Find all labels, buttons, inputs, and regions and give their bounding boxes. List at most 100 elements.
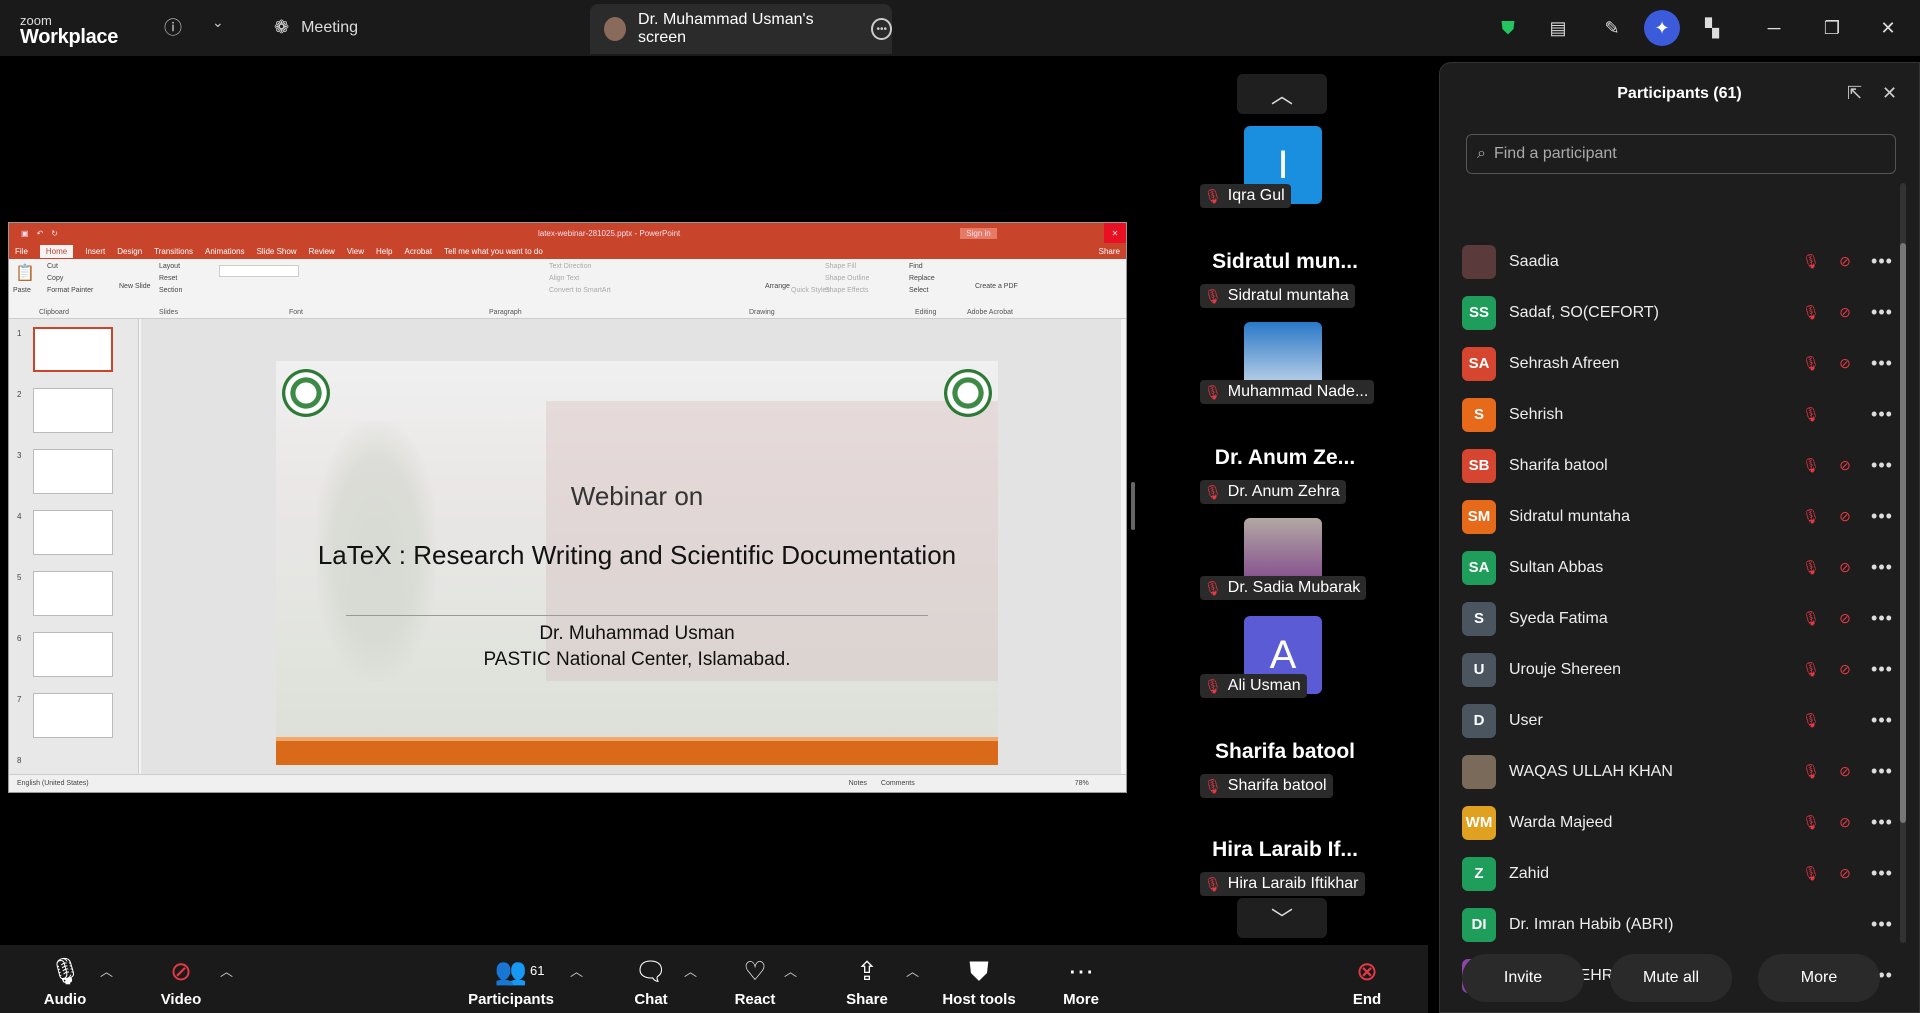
chevron-down-icon[interactable]: ⌄ — [212, 14, 224, 31]
slide-thumbnail[interactable] — [33, 632, 113, 677]
ppt-menu-slideshow[interactable]: Slide Show — [257, 247, 297, 256]
mute-all-button[interactable]: Mute all — [1610, 954, 1732, 1002]
layout-button[interactable]: Layout — [159, 263, 180, 270]
scroll-down-button[interactable]: ﹀ — [1237, 898, 1327, 938]
end-button[interactable]: ⊗ End — [1342, 945, 1392, 1013]
restore-icon[interactable]: ❐ — [1814, 10, 1850, 46]
video-off-icon[interactable]: ⊘ — [1828, 304, 1862, 321]
video-off-icon[interactable]: ⊘ — [1828, 610, 1862, 627]
participant-row[interactable]: D User 🎙 ••• — [1462, 695, 1902, 746]
video-tile[interactable]: Dr. Anum Ze... 🎙 Dr. Anum Zehra — [1200, 446, 1370, 528]
scrollbar-thumb[interactable] — [1900, 243, 1906, 823]
react-options-caret[interactable]: ︿ — [784, 961, 797, 980]
screen-share-tab[interactable]: Dr. Muhammad Usman's screen ••• — [590, 4, 892, 54]
video-button[interactable]: ⊘ Video — [156, 945, 206, 1013]
search-input[interactable]: ⌕ Find a participant — [1466, 134, 1896, 174]
mic-muted-icon[interactable]: 🎙 — [1794, 508, 1828, 525]
more-button[interactable]: More — [1758, 954, 1880, 1002]
participant-more-icon[interactable]: ••• — [1862, 353, 1902, 374]
participant-more-icon[interactable]: ••• — [1862, 761, 1902, 782]
participant-row[interactable]: SB Sharifa batool 🎙 ⊘ ••• — [1462, 440, 1902, 491]
mic-muted-icon[interactable]: 🎙 — [1794, 559, 1828, 576]
participants-options-caret[interactable]: ︿ — [570, 961, 583, 980]
mic-muted-icon[interactable]: 🎙 — [1794, 865, 1828, 882]
pop-out-icon[interactable]: ⇱ — [1847, 83, 1862, 104]
participant-more-icon[interactable]: ••• — [1862, 404, 1902, 425]
participant-row[interactable]: Saadia 🎙 ⊘ ••• — [1462, 236, 1902, 287]
video-off-icon[interactable]: ⊘ — [1828, 253, 1862, 270]
mic-muted-icon[interactable]: 🎙 — [1794, 355, 1828, 372]
ppt-menu-help[interactable]: Help — [376, 247, 392, 256]
chat-options-caret[interactable]: ︿ — [684, 961, 697, 980]
select-button[interactable]: Select — [909, 287, 928, 294]
react-button[interactable]: ♡ React — [730, 945, 780, 1013]
status-zoom[interactable]: 78% — [1075, 780, 1089, 787]
mic-muted-icon[interactable]: 🎙 — [1794, 253, 1828, 270]
close-panel-icon[interactable]: ✕ — [1882, 83, 1897, 104]
ppt-signin-button[interactable]: Sign in — [960, 227, 997, 239]
slide-thumbnail[interactable] — [33, 693, 113, 738]
more-options-icon[interactable]: ••• — [871, 18, 892, 40]
scroll-up-button[interactable]: ︿ — [1237, 74, 1327, 114]
ppt-close-icon[interactable]: ✕ — [1104, 223, 1126, 243]
share-button[interactable]: ⇪ Share — [842, 945, 892, 1013]
whiteboard-pen-icon[interactable]: ✎ — [1594, 10, 1630, 46]
find-button[interactable]: Find — [909, 263, 923, 270]
mic-muted-icon[interactable]: 🎙 — [1794, 610, 1828, 627]
video-tile[interactable]: Sharifa batool 🎙 Sharifa batool — [1200, 740, 1370, 822]
create-pdf-button[interactable]: Create a PDF — [975, 283, 1018, 290]
video-tile[interactable]: I 🎙 Iqra Gul — [1200, 126, 1370, 208]
more-toolbar-button[interactable]: ⋯ More — [1056, 945, 1106, 1013]
info-icon[interactable]: ⓘ — [164, 14, 182, 40]
mic-muted-icon[interactable]: 🎙 — [1794, 457, 1828, 474]
mic-muted-icon[interactable]: 🎙 — [1794, 814, 1828, 831]
video-off-icon[interactable]: ⊘ — [1828, 508, 1862, 525]
participant-row[interactable]: WM Warda Majeed 🎙 ⊘ ••• — [1462, 797, 1902, 848]
ppt-menu-review[interactable]: Review — [309, 247, 335, 256]
audio-options-caret[interactable]: ︿ — [100, 961, 113, 980]
meeting-tab[interactable]: ❁ Meeting — [274, 17, 358, 38]
cut-button[interactable]: Cut — [47, 263, 58, 270]
ppt-menu-animations[interactable]: Animations — [205, 247, 245, 256]
video-off-icon[interactable]: ⊘ — [1828, 355, 1862, 372]
slide-thumbnail[interactable] — [33, 327, 113, 372]
replace-button[interactable]: Replace — [909, 275, 935, 282]
minimize-icon[interactable]: ─ — [1756, 10, 1792, 46]
participant-more-icon[interactable]: ••• — [1862, 710, 1902, 731]
invite-button[interactable]: Invite — [1462, 954, 1584, 1002]
mic-muted-icon[interactable]: 🎙 — [1794, 712, 1828, 729]
participant-more-icon[interactable]: ••• — [1862, 608, 1902, 629]
video-off-icon[interactable]: ⊘ — [1828, 763, 1862, 780]
ppt-menu-home[interactable]: Home — [39, 244, 74, 258]
paste-label[interactable]: Paste — [13, 287, 31, 294]
ppt-menu-insert[interactable]: Insert — [85, 247, 105, 256]
participant-more-icon[interactable]: ••• — [1862, 557, 1902, 578]
save-icon[interactable]: ▣ — [21, 229, 29, 238]
host-tools-button[interactable]: ⛊ Host tools — [942, 945, 1016, 1013]
slide-thumbnail[interactable] — [33, 510, 113, 555]
video-options-caret[interactable]: ︿ — [220, 961, 233, 980]
new-slide-button[interactable]: New Slide — [119, 283, 151, 290]
redo-icon[interactable]: ↻ — [51, 229, 58, 238]
align-text-button[interactable]: Align Text — [549, 275, 579, 282]
participant-row[interactable]: U Urouje Shereen 🎙 ⊘ ••• — [1462, 644, 1902, 695]
participant-row[interactable]: SA Sehrash Afreen 🎙 ⊘ ••• — [1462, 338, 1902, 389]
close-icon[interactable]: ✕ — [1870, 10, 1906, 46]
participants-button[interactable]: 👥 Participants — [466, 945, 556, 1013]
chat-button[interactable]: 🗨 Chat — [626, 945, 676, 1013]
video-off-icon[interactable]: ⊘ — [1828, 457, 1862, 474]
video-off-icon[interactable]: ⊘ — [1828, 661, 1862, 678]
mic-muted-icon[interactable]: 🎙 — [1794, 763, 1828, 780]
participant-row[interactable]: Z Zahid 🎙 ⊘ ••• — [1462, 848, 1902, 899]
copy-button[interactable]: Copy — [47, 275, 63, 282]
panel-resize-handle[interactable] — [1131, 482, 1135, 530]
participant-more-icon[interactable]: ••• — [1862, 863, 1902, 884]
slide-thumbnail[interactable] — [33, 388, 113, 433]
shape-outline-button[interactable]: Shape Outline — [825, 275, 869, 282]
shape-fill-button[interactable]: Shape Fill — [825, 263, 856, 270]
text-direction-button[interactable]: Text Direction — [549, 263, 591, 270]
status-notes[interactable]: Notes — [849, 780, 867, 787]
participant-row[interactable]: SA Sultan Abbas 🎙 ⊘ ••• — [1462, 542, 1902, 593]
convert-smartart-button[interactable]: Convert to SmartArt — [549, 287, 611, 294]
ppt-share-button[interactable]: Share — [1099, 247, 1120, 256]
